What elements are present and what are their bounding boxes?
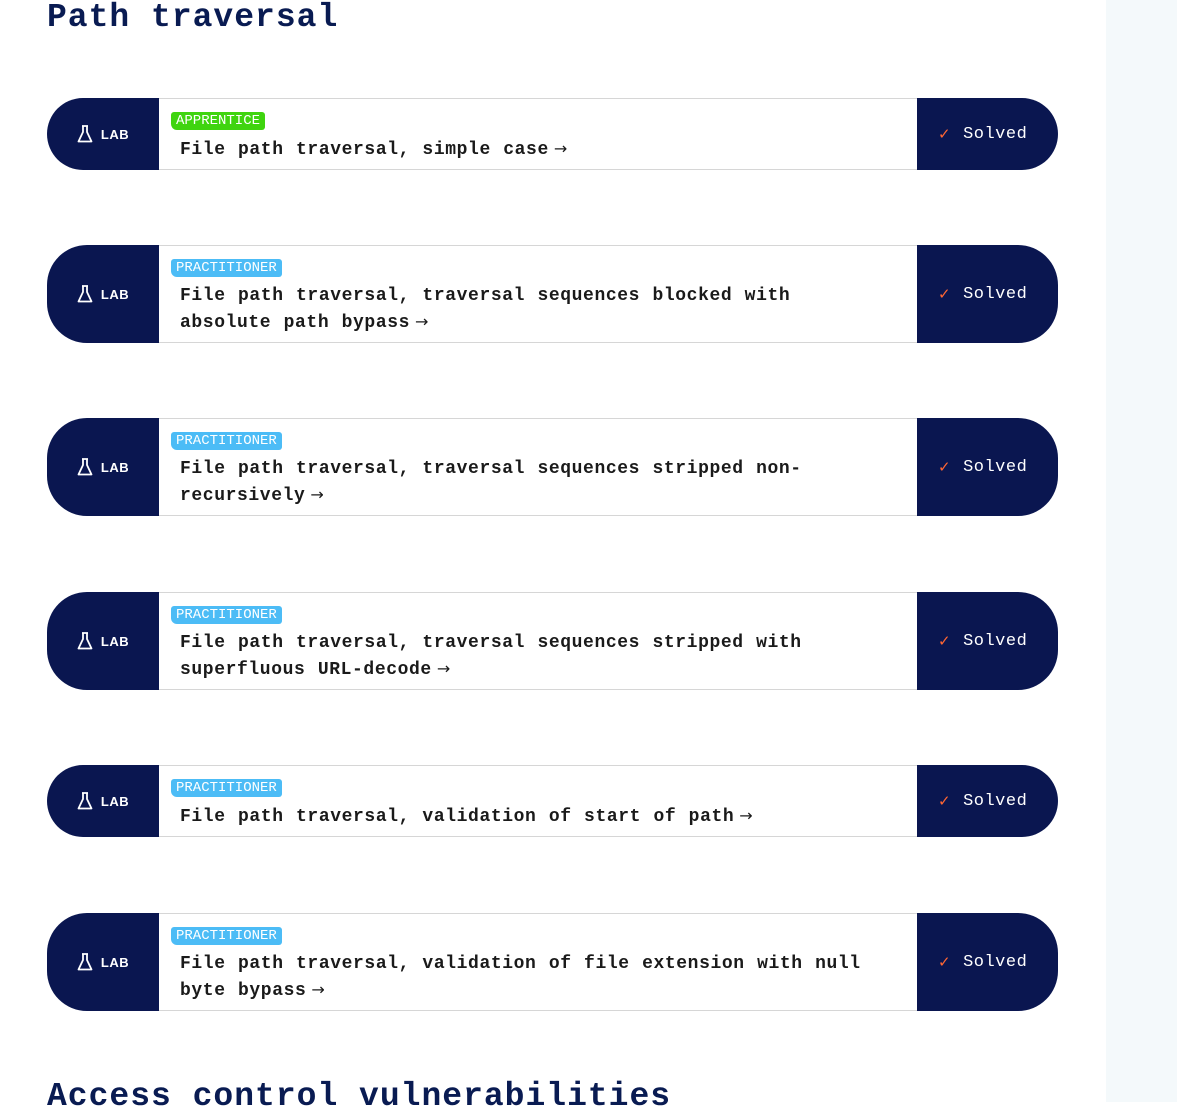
lab-title: File path traversal, traversal sequences… <box>180 633 802 680</box>
lab-body: APPRENTICE File path traversal, simple c… <box>159 98 917 170</box>
level-badge: PRACTITIONER <box>171 432 282 450</box>
lab-link[interactable]: File path traversal, traversal sequences… <box>180 456 873 509</box>
level-badge: PRACTITIONER <box>171 259 282 277</box>
lab-card: LAB PRACTITIONER File path traversal, tr… <box>47 418 1058 516</box>
flask-icon <box>77 458 93 476</box>
flask-icon <box>77 285 93 303</box>
status-label: Solved <box>963 631 1028 651</box>
check-icon: ✓ <box>938 632 952 650</box>
arrow-right-icon: → <box>311 980 326 999</box>
lab-status: ✓ Solved <box>917 245 1058 343</box>
level-badge: PRACTITIONER <box>171 927 282 945</box>
lab-type-tag: LAB <box>47 913 159 1011</box>
section-title: Path traversal <box>47 0 339 36</box>
next-section-title: Access control vulnerabilities <box>47 1078 672 1115</box>
check-icon: ✓ <box>938 953 952 971</box>
level-badge: PRACTITIONER <box>171 606 282 624</box>
flask-icon <box>77 632 93 650</box>
lab-body: PRACTITIONER File path traversal, traver… <box>159 592 917 690</box>
status-label: Solved <box>963 124 1028 144</box>
status-label: Solved <box>963 791 1028 811</box>
arrow-right-icon: → <box>415 312 430 331</box>
check-icon: ✓ <box>938 458 952 476</box>
lab-type-tag: LAB <box>47 592 159 690</box>
lab-card: LAB PRACTITIONER File path traversal, tr… <box>47 245 1058 343</box>
lab-type-tag: LAB <box>47 245 159 343</box>
lab-body: PRACTITIONER File path traversal, valida… <box>159 765 917 837</box>
lab-card: LAB PRACTITIONER File path traversal, va… <box>47 765 1058 837</box>
arrow-right-icon: → <box>436 659 451 678</box>
lab-title: File path traversal, simple case <box>180 140 549 160</box>
flask-icon <box>77 125 93 143</box>
lab-type-tag: LAB <box>47 765 159 837</box>
lab-title: File path traversal, validation of start… <box>180 807 735 827</box>
level-badge: APPRENTICE <box>171 112 266 130</box>
lab-title: File path traversal, traversal sequences… <box>180 286 791 333</box>
lab-link[interactable]: File path traversal, validation of file … <box>180 951 873 1004</box>
right-sidebar-panel <box>1106 0 1177 1102</box>
lab-status: ✓ Solved <box>917 592 1058 690</box>
lab-body: PRACTITIONER File path traversal, traver… <box>159 418 917 516</box>
lab-type-label: LAB <box>100 954 130 970</box>
level-badge: PRACTITIONER <box>171 779 282 797</box>
check-icon: ✓ <box>938 792 952 810</box>
check-icon: ✓ <box>938 125 952 143</box>
status-label: Solved <box>963 952 1028 972</box>
lab-status: ✓ Solved <box>917 913 1058 1011</box>
flask-icon <box>77 792 93 810</box>
lab-status: ✓ Solved <box>917 765 1058 837</box>
lab-status: ✓ Solved <box>917 98 1058 170</box>
check-icon: ✓ <box>938 285 952 303</box>
lab-link[interactable]: File path traversal, validation of start… <box>180 803 873 830</box>
lab-link[interactable]: File path traversal, simple case → <box>180 136 873 163</box>
lab-body: PRACTITIONER File path traversal, traver… <box>159 245 917 343</box>
lab-type-tag: LAB <box>47 98 159 170</box>
lab-card: LAB PRACTITIONER File path traversal, va… <box>47 913 1058 1011</box>
arrow-right-icon: → <box>739 806 754 825</box>
lab-type-label: LAB <box>100 459 130 475</box>
lab-card: LAB APPRENTICE File path traversal, simp… <box>47 98 1058 170</box>
lab-link[interactable]: File path traversal, traversal sequences… <box>180 630 873 683</box>
status-label: Solved <box>963 284 1028 304</box>
status-label: Solved <box>963 457 1028 477</box>
lab-type-label: LAB <box>100 286 130 302</box>
arrow-right-icon: → <box>553 139 568 158</box>
lab-type-label: LAB <box>100 793 130 809</box>
lab-body: PRACTITIONER File path traversal, valida… <box>159 913 917 1011</box>
arrow-right-icon: → <box>310 485 325 504</box>
flask-icon <box>77 953 93 971</box>
lab-card: LAB PRACTITIONER File path traversal, tr… <box>47 592 1058 690</box>
lab-type-label: LAB <box>100 633 130 649</box>
lab-title: File path traversal, validation of file … <box>180 954 861 1001</box>
lab-link[interactable]: File path traversal, traversal sequences… <box>180 283 873 336</box>
lab-title: File path traversal, traversal sequences… <box>180 459 802 506</box>
lab-status: ✓ Solved <box>917 418 1058 516</box>
lab-type-tag: LAB <box>47 418 159 516</box>
lab-type-label: LAB <box>100 126 130 142</box>
